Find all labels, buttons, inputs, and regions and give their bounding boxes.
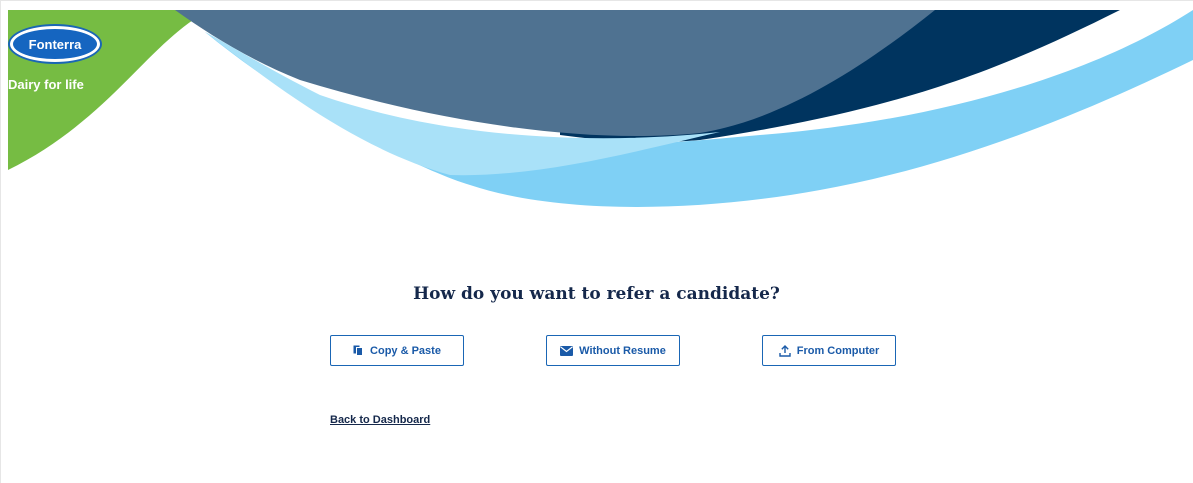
upload-icon bbox=[779, 344, 791, 357]
fonterra-logo[interactable]: Fonterra Dairy for life bbox=[8, 24, 104, 104]
from-computer-label: From Computer bbox=[796, 344, 880, 357]
header-banner bbox=[8, 10, 1193, 208]
back-to-dashboard-link[interactable]: Back to Dashboard bbox=[330, 414, 430, 426]
logo-oval: Fonterra bbox=[8, 24, 102, 64]
copy-paste-label: Copy & Paste bbox=[370, 344, 441, 357]
logo-tagline: Dairy for life bbox=[8, 77, 84, 92]
copy-icon bbox=[353, 345, 364, 356]
page: Fonterra Dairy for life How do you want … bbox=[0, 0, 1193, 483]
logo-wordmark: Fonterra bbox=[13, 29, 97, 59]
page-title: How do you want to refer a candidate? bbox=[413, 284, 780, 304]
copy-paste-button[interactable]: Copy & Paste bbox=[330, 335, 464, 366]
without-resume-button[interactable]: Without Resume bbox=[546, 335, 680, 366]
without-resume-label: Without Resume bbox=[579, 344, 666, 357]
from-computer-button[interactable]: From Computer bbox=[762, 335, 896, 366]
envelope-icon bbox=[560, 345, 574, 356]
